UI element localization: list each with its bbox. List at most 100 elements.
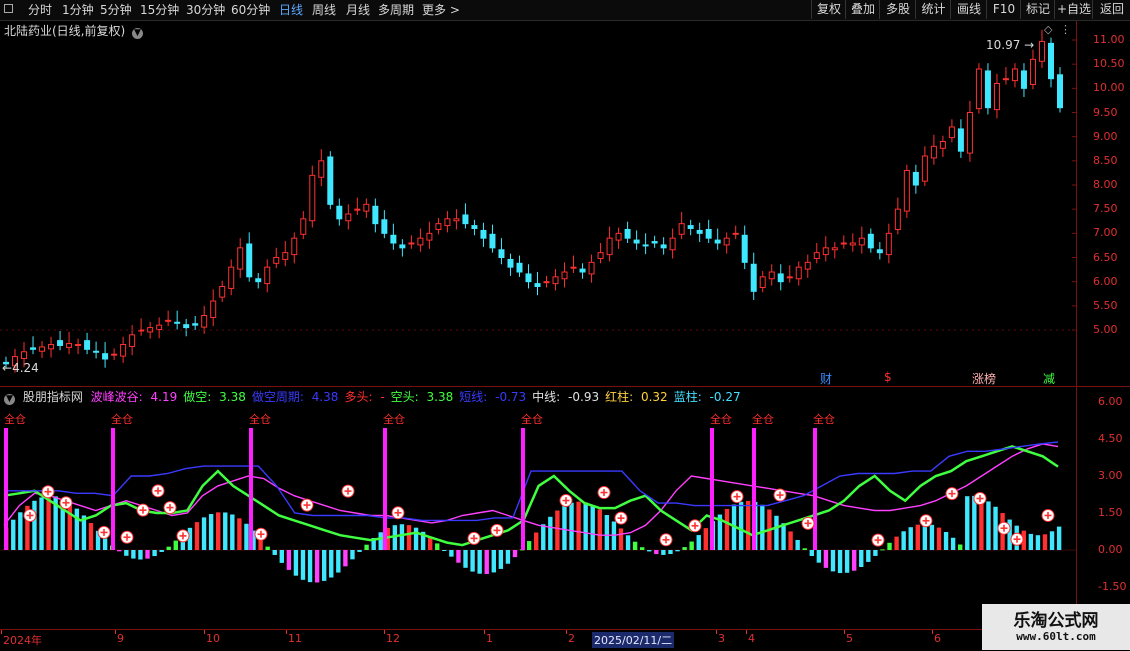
candle-body xyxy=(507,258,514,268)
candle-body xyxy=(39,346,46,352)
toolbar-button-7[interactable]: +自选 xyxy=(1054,0,1093,19)
candle-body xyxy=(309,174,316,222)
histogram-bar xyxy=(74,508,80,550)
histogram-bar xyxy=(46,495,51,550)
toolbar-button-0[interactable]: 复权 xyxy=(811,0,846,19)
histogram-bar xyxy=(329,550,334,578)
period-tab-7[interactable]: 周线 xyxy=(312,2,336,18)
event-marker-3[interactable]: 减 xyxy=(1043,370,1055,387)
toolbar-button-4[interactable]: 画线 xyxy=(950,0,987,19)
histogram-bar xyxy=(986,501,991,550)
candle-body xyxy=(300,218,307,235)
candle-body xyxy=(237,247,244,270)
period-tab-2[interactable]: 5分钟 xyxy=(100,2,132,18)
histogram-bar xyxy=(1028,533,1034,550)
date-tick-mark xyxy=(384,630,385,634)
histogram-bar xyxy=(901,531,906,550)
price-tick-9: 6.50 xyxy=(1093,250,1118,264)
histogram-bar xyxy=(950,537,956,550)
candle-body xyxy=(111,353,118,356)
event-marker-1[interactable]: $ xyxy=(884,370,892,384)
toolbar-button-2[interactable]: 多股 xyxy=(879,0,916,19)
candle-body xyxy=(777,273,784,283)
candle-body xyxy=(255,278,262,283)
date-label-1: 9 xyxy=(117,632,124,645)
period-tab-8[interactable]: 月线 xyxy=(346,2,370,18)
histogram-bar xyxy=(293,550,299,576)
toolbar-button-5[interactable]: F10 xyxy=(986,0,1021,19)
histogram-bar xyxy=(357,550,362,552)
histogram-bar xyxy=(555,510,560,550)
candle-body xyxy=(750,263,757,292)
candle-body xyxy=(336,205,343,220)
histogram-bar xyxy=(724,508,730,550)
price-tick-1: 10.50 xyxy=(1093,57,1125,71)
candle-body xyxy=(282,252,289,260)
buy-signal-icon xyxy=(391,506,405,520)
histogram-bar xyxy=(201,517,207,550)
histogram-bar xyxy=(993,506,998,550)
histogram-bar xyxy=(562,505,567,550)
candle-body xyxy=(795,266,802,280)
histogram-bar xyxy=(534,532,539,550)
window-menu-icon[interactable] xyxy=(4,4,13,13)
candle-body xyxy=(165,319,172,322)
indicator-chart[interactable]: 全仓 全仓 全仓 全仓 全仓 全仓 全仓 全仓 xyxy=(0,401,1076,629)
histogram-bar xyxy=(654,550,659,555)
buy-signal-icon xyxy=(1041,508,1055,522)
date-axis[interactable]: 2024年 9 10 11 12 1 2 2025/02/11/二 3 4 5 6 xyxy=(0,629,1076,651)
candle-body xyxy=(417,237,424,246)
period-tab-1[interactable]: 1分钟 xyxy=(62,2,94,18)
signal-column xyxy=(521,428,525,550)
price-tick-8: 7.00 xyxy=(1093,226,1118,240)
event-marker-2[interactable]: 涨榜 xyxy=(972,370,996,387)
histogram-bar xyxy=(682,547,687,550)
histogram-bar xyxy=(618,528,624,550)
price-tick-12: 5.00 xyxy=(1093,323,1118,336)
signal-label: 全仓 xyxy=(383,412,405,426)
histogram-bar xyxy=(844,550,850,573)
low-price-label: ←4.24 xyxy=(2,361,39,375)
candle-body xyxy=(66,343,73,348)
histogram-bar xyxy=(67,502,72,550)
toolbar-button-3[interactable]: 统计 xyxy=(915,0,951,19)
toolbar-button-1[interactable]: 叠加 xyxy=(845,0,880,19)
candle-body xyxy=(768,271,775,280)
indicator-tick-0: 6.00 xyxy=(1098,395,1123,408)
histogram-bar xyxy=(237,518,242,550)
event-marker-0[interactable]: 财 xyxy=(820,370,832,387)
candle-body xyxy=(201,315,208,328)
candlestick-chart[interactable] xyxy=(0,21,1076,386)
date-label-0: 2024年 xyxy=(3,634,42,647)
candle-body xyxy=(552,276,559,285)
histogram-bar xyxy=(300,550,306,580)
candle-body xyxy=(1011,68,1018,82)
candle-body xyxy=(894,208,901,230)
price-tick-3: 9.50 xyxy=(1093,105,1118,119)
histogram-bar xyxy=(583,502,588,550)
toolbar-button-6[interactable]: 标记 xyxy=(1020,0,1055,19)
period-tab-4[interactable]: 30分钟 xyxy=(186,2,225,18)
candle-body xyxy=(840,242,847,245)
candle-body xyxy=(462,214,469,225)
period-tab-3[interactable]: 15分钟 xyxy=(140,2,179,18)
period-tab-5[interactable]: 60分钟 xyxy=(231,2,270,18)
date-tick-mark xyxy=(204,630,205,634)
period-tab-9[interactable]: 多周期 xyxy=(378,2,414,18)
histogram-bar xyxy=(922,523,928,550)
histogram-bar xyxy=(774,515,779,550)
panel-separator[interactable] xyxy=(0,386,1130,387)
histogram-bar xyxy=(39,497,44,550)
period-tab-10[interactable]: 更多 > xyxy=(422,2,460,18)
watermark: 乐淘公式网 www.60lt.com xyxy=(982,604,1130,650)
period-tab-6[interactable]: 日线 xyxy=(279,2,303,18)
histogram-bar xyxy=(343,550,348,567)
period-tab-0[interactable]: 分时 xyxy=(28,2,52,18)
toolbar-button-8[interactable]: 返回 xyxy=(1092,0,1130,19)
candle-body xyxy=(957,128,964,152)
buy-signal-icon xyxy=(919,514,933,528)
candle-body xyxy=(453,218,460,222)
histogram-bar xyxy=(88,523,94,550)
candle-body xyxy=(597,252,604,259)
candle-body xyxy=(786,276,793,279)
